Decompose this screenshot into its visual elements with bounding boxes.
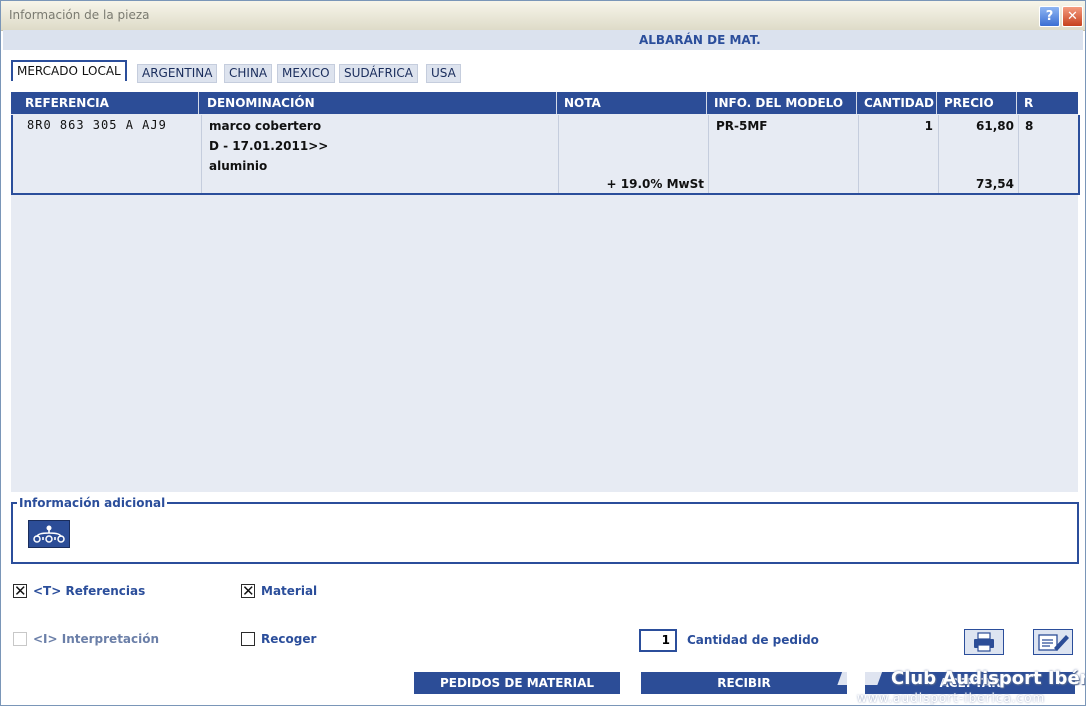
document-type-title: ALBARÁN DE MAT. bbox=[639, 33, 761, 47]
col-info-modelo[interactable]: INFO. DEL MODELO bbox=[707, 92, 857, 114]
close-button[interactable]: ✕ bbox=[1062, 6, 1083, 27]
col-cantidad[interactable]: CANTIDAD bbox=[857, 92, 937, 114]
cell-r: 8 bbox=[1019, 115, 1078, 193]
additional-info-panel bbox=[11, 502, 1079, 564]
col-r[interactable]: R bbox=[1017, 92, 1078, 114]
denominacion-line-1: marco cobertero bbox=[209, 119, 322, 133]
watermark: Club Audisport Ibérica www.audisport-ibe… bbox=[837, 663, 1085, 705]
col-nota[interactable]: NOTA bbox=[557, 92, 707, 114]
col-precio[interactable]: PRECIO bbox=[937, 92, 1017, 114]
r-value: 8 bbox=[1025, 119, 1034, 133]
part-info-window: Información de la pieza ? ✕ ALBARÁN DE M… bbox=[0, 0, 1086, 706]
recoger-checkbox[interactable] bbox=[241, 632, 255, 646]
tab-china[interactable]: CHINA bbox=[224, 64, 273, 83]
grid-header: REFERENCIA DENOMINACIÓN NOTA INFO. DEL M… bbox=[11, 92, 1078, 114]
material-label[interactable]: Material bbox=[261, 584, 317, 598]
receive-button[interactable]: RECIBIR bbox=[641, 672, 847, 694]
tab-usa[interactable]: USA bbox=[426, 64, 461, 83]
cell-info-modelo: PR-5MF bbox=[709, 115, 859, 193]
watermark-logo bbox=[837, 665, 885, 685]
recoger-label[interactable]: Recoger bbox=[261, 632, 316, 646]
referencias-label[interactable]: <T> Referencias bbox=[33, 584, 145, 598]
help-button[interactable]: ? bbox=[1039, 6, 1060, 27]
interpretacion-checkbox bbox=[13, 632, 27, 646]
material-orders-button[interactable]: PEDIDOS DE MATERIAL bbox=[414, 672, 620, 694]
order-quantity-input[interactable]: 1 bbox=[639, 629, 677, 652]
tab-mercado-local[interactable]: MERCADO LOCAL bbox=[11, 60, 127, 81]
additional-info-legend: Información adicional bbox=[17, 496, 168, 510]
edit-notes-button[interactable] bbox=[1033, 629, 1073, 655]
cell-nota: + 19.0% MwSt bbox=[559, 115, 709, 193]
header-band bbox=[3, 30, 1083, 50]
denominacion-line-2: D - 17.01.2011>> bbox=[209, 139, 329, 153]
tab-mexico[interactable]: MEXICO bbox=[277, 64, 335, 83]
tab-argentina[interactable]: ARGENTINA bbox=[137, 64, 218, 83]
price-with-tax: 73,54 bbox=[976, 177, 1014, 191]
order-quantity-label: Cantidad de pedido bbox=[687, 633, 819, 647]
material-checkbox[interactable]: ✕ bbox=[241, 582, 255, 600]
col-denominacion[interactable]: DENOMINACIÓN bbox=[200, 92, 557, 114]
parts-grid: REFERENCIA DENOMINACIÓN NOTA INFO. DEL M… bbox=[11, 92, 1080, 492]
tax-note: + 19.0% MwSt bbox=[606, 177, 704, 191]
cell-referencia: 8R0 863 305 A AJ9 bbox=[13, 115, 202, 193]
print-button[interactable] bbox=[964, 629, 1004, 655]
model-info: PR-5MF bbox=[716, 119, 768, 133]
checkmark-icon: ✕ bbox=[242, 582, 255, 600]
printer-icon bbox=[974, 632, 994, 652]
table-row[interactable]: 8R0 863 305 A AJ9 marco cobertero D - 17… bbox=[11, 115, 1080, 195]
watermark-title: Club Audisport Ibérica bbox=[891, 668, 1085, 689]
tree-structure-icon[interactable] bbox=[28, 520, 70, 548]
tab-sudafrica[interactable]: SUDÁFRICA bbox=[339, 64, 419, 83]
part-number: 8R0 863 305 A AJ9 bbox=[27, 118, 167, 132]
checkmark-icon: ✕ bbox=[14, 582, 27, 600]
window-title: Información de la pieza bbox=[9, 8, 150, 22]
interpretacion-label: <I> Interpretación bbox=[33, 632, 160, 646]
referencias-checkbox[interactable]: ✕ bbox=[13, 582, 27, 600]
edit-notes-icon bbox=[1038, 634, 1069, 651]
denominacion-line-3: aluminio bbox=[209, 159, 268, 173]
cell-precio: 61,80 73,54 bbox=[939, 115, 1019, 193]
title-bar[interactable]: Información de la pieza ? ✕ bbox=[1, 1, 1085, 31]
col-referencia[interactable]: REFERENCIA bbox=[18, 92, 199, 114]
price-value: 61,80 bbox=[976, 119, 1014, 133]
watermark-url: www.audisport-iberica.com bbox=[857, 691, 1046, 705]
cell-cantidad: 1 bbox=[859, 115, 939, 193]
quantity-value: 1 bbox=[924, 119, 933, 133]
cell-denominacion: marco cobertero D - 17.01.2011>> alumini… bbox=[202, 115, 559, 193]
